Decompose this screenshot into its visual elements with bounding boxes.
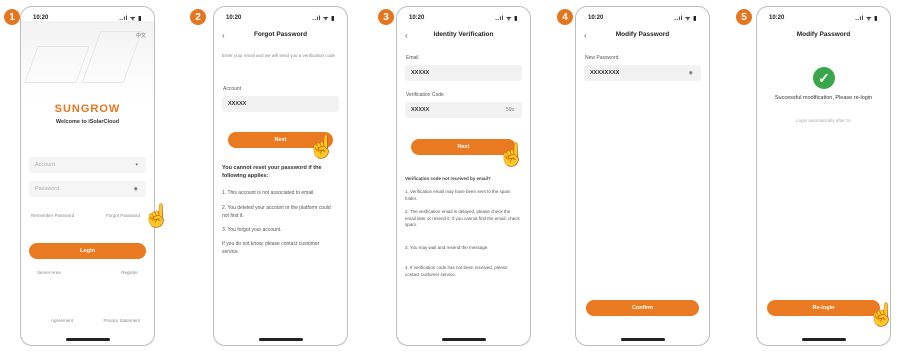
privacy-link[interactable]: Privacy Statement [103,317,140,325]
signal-icon: ..ıl ᯤ ▮ [674,16,697,22]
back-arrow-icon[interactable]: ‹ [584,31,587,40]
confirm-button[interactable]: Confirm [586,300,699,316]
welcome-text: Welcome to iSolarCloud [55,119,120,125]
help-item: 3. You may wait and resend the message. [405,245,489,250]
account-value: XXXXX [228,101,247,107]
phone-screen-success: 10:20 ..ıl ᯤ ▮ Modify Password ✓ Success… [756,6,891,346]
home-indicator [620,338,665,341]
help-item: 2. The verification email is delayed, pl… [405,209,520,227]
pointing-hand-icon: ☝ [868,302,896,327]
status-time: 10:20 [33,15,49,21]
status-bar: 10:20 ..ıl ᯤ ▮ [226,13,335,23]
verification-code-value: XXXXX [411,107,430,113]
signal-icon: ..ıl ᯤ ▮ [495,16,518,22]
home-indicator [801,338,846,341]
account-label: Account [223,86,242,92]
server-area-link[interactable]: Server Area [37,269,61,277]
relogin-button[interactable]: Re-login [767,300,880,316]
pointing-hand-icon: ☝ [498,142,526,167]
page-title: Forgot Password [253,31,308,38]
help-item: 1. Verification email may have been sent… [405,189,511,201]
help-item: 2. You deleted your account or the platf… [222,205,331,219]
step-badge-4: 4 [557,9,573,25]
success-check-icon: ✓ [813,67,835,89]
status-bar: 10:20 ..ıl ᯤ ▮ [769,13,878,23]
new-password-label: New Password [585,55,619,61]
phone-screen-login: 10:20 ..ıl ᯤ ▮ 中文 SUNGROW Welcome to iSo… [20,6,155,346]
account-placeholder: Account [35,162,55,168]
signal-icon: ..ıl ᯤ ▮ [312,16,335,22]
step-badge-1: 1 [4,9,20,25]
intro-text: Enter your email and we will send you a … [222,53,336,58]
auto-login-hint: Login automatically after 3s [796,118,851,123]
signal-icon: ..ıl ᯤ ▮ [119,16,142,22]
new-password-input[interactable]: XXXXXXXX ◉ [584,65,701,81]
help-item: If you do not know, please contact custo… [222,241,320,255]
page-title: Modify Password [796,31,851,38]
back-arrow-icon[interactable]: ‹ [405,31,408,40]
verification-code-label: Verification Code [406,92,444,98]
password-placeholder: Password [35,186,60,192]
status-bar: 10:20 ..ıl ᯤ ▮ [588,13,697,23]
account-input[interactable]: Account ▾ [29,157,146,173]
status-time: 10:20 [409,15,425,21]
account-input[interactable]: XXXXX [222,96,339,112]
step-badge-3: 3 [378,9,394,25]
status-bar: 10:20 ..ıl ᯤ ▮ [33,13,142,23]
phone-screen-forgot-password: 10:20 ..ıl ᯤ ▮ ‹ Forgot Password Enter yo… [213,6,348,346]
email-label: Email [406,55,419,61]
eye-icon[interactable]: ◉ [689,70,693,76]
pointing-hand-icon: ☝ [143,203,171,228]
help-item: 4. If verification code has not been rec… [405,265,508,277]
step-badge-5: 5 [736,9,752,25]
step-badge-2: 2 [190,9,206,25]
resend-countdown[interactable]: 59s [506,107,514,113]
help-title: Verification code not received by email? [405,176,491,181]
help-title: You cannot reset your password if the fo… [222,165,322,179]
status-time: 10:20 [769,15,785,21]
register-link[interactable]: Register [121,269,138,277]
status-time: 10:20 [226,15,242,21]
forgot-password-link[interactable]: Forgot Password [106,212,140,220]
email-input[interactable]: XXXXX [405,65,522,81]
home-indicator [441,338,486,341]
remember-password-checkbox[interactable]: Remember Password [31,212,74,220]
success-message: Successful modification, Please re-login [774,95,873,101]
eye-icon[interactable]: ◉ [134,186,138,192]
status-time: 10:20 [588,15,604,21]
back-arrow-icon[interactable]: ‹ [222,31,225,40]
home-indicator [65,338,110,341]
page-title: Modify Password [615,31,670,38]
agreement-link[interactable]: Agreement [51,317,73,325]
pointing-hand-icon: ☝ [308,134,336,159]
password-input[interactable]: Password ◉ [29,181,146,197]
email-value: XXXXX [411,70,430,76]
help-item: 1. This account is not associated to ema… [222,190,315,196]
signal-icon: ..ıl ᯤ ▮ [855,16,878,22]
login-button[interactable]: Login [29,243,146,259]
phone-screen-identity-verification: 10:20 ..ıl ᯤ ▮ ‹ Identity Verification Em… [396,6,531,346]
new-password-value: XXXXXXXX [590,70,620,76]
brand-logo: SUNGROW [54,103,121,115]
verification-code-input[interactable]: XXXXX 59s [405,102,522,118]
page-title: Identity Verification [433,31,494,38]
status-bar: 10:20 ..ıl ᯤ ▮ [409,13,518,23]
phone-screen-modify-password: 10:20 ..ıl ᯤ ▮ ‹ Modify Password New Pass… [575,6,710,346]
home-indicator [258,338,303,341]
chevron-down-icon[interactable]: ▾ [135,162,138,168]
help-item: 3. You forgot your account. [222,227,282,233]
language-switch[interactable]: 中文 [136,32,146,39]
